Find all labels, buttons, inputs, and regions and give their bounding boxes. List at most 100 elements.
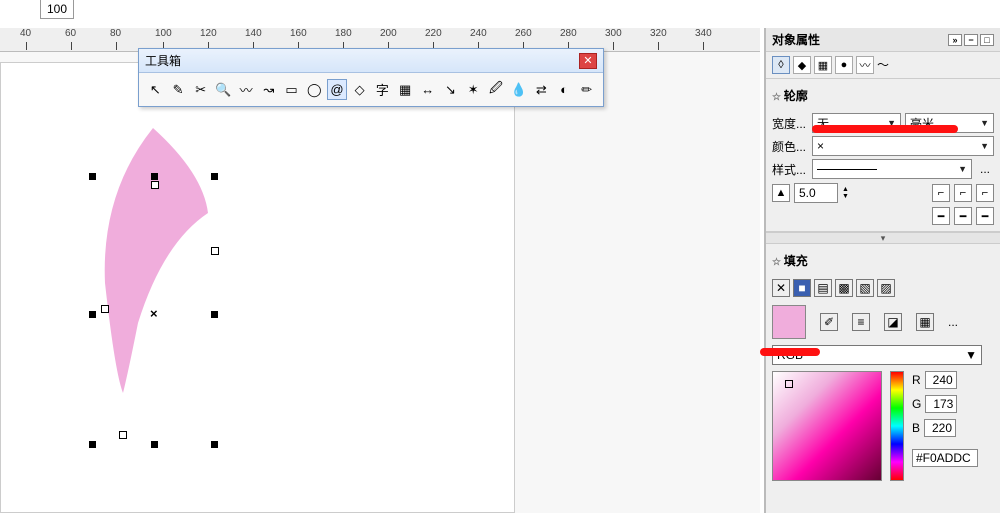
hex-input[interactable] bbox=[912, 449, 978, 467]
r-input[interactable] bbox=[925, 371, 957, 389]
fill-type-pattern[interactable]: ▩ bbox=[835, 279, 853, 297]
pointer-tool[interactable]: ↖ bbox=[145, 79, 166, 100]
outline-tab[interactable]: ◊ bbox=[772, 56, 790, 74]
fill-section: 填充 ✕■▤▩▧▨ ✐ ≡ ◪ ▦ ... RGB▼ R G B bbox=[766, 244, 1000, 487]
fill-tool[interactable]: ◐ bbox=[554, 79, 575, 100]
fill-type-postscript[interactable]: ▨ bbox=[877, 279, 895, 297]
close-icon[interactable]: ✕ bbox=[579, 53, 597, 69]
spinner-icon[interactable]: ▲▼ bbox=[842, 186, 849, 200]
node-handle-4[interactable] bbox=[101, 305, 109, 313]
sel-handle-br[interactable] bbox=[211, 441, 218, 448]
g-input[interactable] bbox=[925, 395, 957, 413]
panel-title: 对象属性 bbox=[772, 31, 820, 48]
toolbox-window[interactable]: 工具箱 ✕ ↖✎✂🔍〰↝▭◯@◇字▦↔↘✶🖉💧⇄◐✏ bbox=[138, 48, 604, 107]
spiral-tool[interactable]: @ bbox=[327, 79, 348, 100]
tab-overflow-icon[interactable]: 〜 bbox=[877, 56, 889, 74]
blend-tool[interactable]: ⇄ bbox=[531, 79, 552, 100]
edit-fill-icon[interactable]: ◪ bbox=[884, 313, 902, 331]
section-collapse-bar[interactable]: ▾ bbox=[766, 232, 1000, 244]
ruler-tick: 180 bbox=[335, 28, 352, 39]
color-field[interactable] bbox=[772, 371, 882, 481]
selected-shape[interactable] bbox=[93, 123, 223, 403]
sel-handle-bl[interactable] bbox=[89, 441, 96, 448]
cap-icon-1[interactable]: ━ bbox=[932, 207, 950, 225]
style-more[interactable]: ... bbox=[976, 162, 994, 176]
fill-header[interactable]: 填充 bbox=[772, 250, 994, 275]
zoom-tool[interactable]: 🔍 bbox=[213, 79, 234, 100]
outline-section: 轮廓 宽度... 无▼ 毫米▼ 颜色... ×▼ 样式... ▼ ... ▲ bbox=[766, 79, 1000, 232]
fill-more[interactable]: ... bbox=[948, 315, 958, 329]
fill-type-none[interactable]: ✕ bbox=[772, 279, 790, 297]
fill-swatch[interactable] bbox=[772, 305, 806, 339]
panel-titlebar[interactable]: 对象属性 » − □ bbox=[766, 28, 1000, 52]
miter-value[interactable] bbox=[794, 183, 838, 203]
annotation-mark-2 bbox=[760, 348, 820, 356]
dimension-tool[interactable]: ↔ bbox=[417, 79, 438, 100]
sel-handle-tr[interactable] bbox=[211, 173, 218, 180]
panel-collapse-icon[interactable]: − bbox=[964, 34, 978, 46]
adjust-icon[interactable]: ≡ bbox=[852, 313, 870, 331]
ruler-tick: 340 bbox=[695, 28, 712, 39]
b-input[interactable] bbox=[924, 419, 956, 437]
corner-icon-1[interactable]: ⌐ bbox=[932, 184, 950, 202]
ruler-tick: 260 bbox=[515, 28, 532, 39]
cap-icon-2[interactable]: ━ bbox=[954, 207, 972, 225]
sel-handle-mr[interactable] bbox=[211, 311, 218, 318]
web-tab[interactable]: ● bbox=[835, 56, 853, 74]
cap-icon-3[interactable]: ━ bbox=[976, 207, 994, 225]
page[interactable]: × bbox=[0, 62, 515, 513]
zoom-value: 100 bbox=[47, 2, 67, 16]
panel-expand-icon[interactable]: » bbox=[948, 34, 962, 46]
node-handle-1[interactable] bbox=[151, 181, 159, 189]
panel-tabs: ◊◆▦●〰 〜 bbox=[766, 52, 1000, 79]
ruler-tick: 80 bbox=[110, 28, 121, 39]
fill-type-fountain[interactable]: ▤ bbox=[814, 279, 832, 297]
eyedropper-tool[interactable]: 💧 bbox=[508, 79, 529, 100]
outline-color-combo[interactable]: ×▼ bbox=[812, 136, 994, 156]
node-handle-3[interactable] bbox=[119, 431, 127, 439]
polygon-tool[interactable]: ◇ bbox=[349, 79, 370, 100]
ruler-tick: 320 bbox=[650, 28, 667, 39]
attrs-icon[interactable]: ▦ bbox=[916, 313, 934, 331]
object-properties-panel: 对象属性 » − □ ◊◆▦●〰 〜 轮廓 宽度... 无▼ 毫米▼ 颜色...… bbox=[764, 28, 1000, 513]
g-label: G bbox=[912, 397, 921, 411]
corner-icon-3[interactable]: ⌐ bbox=[976, 184, 994, 202]
ruler-tick: 200 bbox=[380, 28, 397, 39]
sel-handle-tm[interactable] bbox=[151, 173, 158, 180]
fill-tab[interactable]: ◆ bbox=[793, 56, 811, 74]
ruler-tick: 240 bbox=[470, 28, 487, 39]
fill-type-solid[interactable]: ■ bbox=[793, 279, 811, 297]
outline-tool[interactable]: ✏ bbox=[576, 79, 597, 100]
canvas-area[interactable]: × bbox=[0, 52, 760, 513]
wave-tab[interactable]: 〰 bbox=[856, 56, 874, 74]
eyedropper-icon[interactable]: ✐ bbox=[820, 313, 838, 331]
sel-handle-ml[interactable] bbox=[89, 311, 96, 318]
outline-style-combo[interactable]: ▼ bbox=[812, 159, 972, 179]
corner-icon-2[interactable]: ⌐ bbox=[954, 184, 972, 202]
table-tool[interactable]: ▦ bbox=[395, 79, 416, 100]
effects-tool[interactable]: ✶ bbox=[463, 79, 484, 100]
freehand-tool[interactable]: 〰 bbox=[236, 79, 257, 100]
panel-max-icon[interactable]: □ bbox=[980, 34, 994, 46]
zoom-value-box[interactable]: 100 bbox=[40, 0, 74, 19]
fx-tab[interactable]: ▦ bbox=[814, 56, 832, 74]
fill-type-texture[interactable]: ▧ bbox=[856, 279, 874, 297]
ellipse-tool[interactable]: ◯ bbox=[304, 79, 325, 100]
bezier-tool[interactable]: ↝ bbox=[259, 79, 280, 100]
sel-handle-bm[interactable] bbox=[151, 441, 158, 448]
ruler-tick: 40 bbox=[20, 28, 31, 39]
ruler-tick: 280 bbox=[560, 28, 577, 39]
toolbox-titlebar[interactable]: 工具箱 ✕ bbox=[139, 49, 603, 73]
hue-slider[interactable] bbox=[890, 371, 904, 481]
color-label: 颜色... bbox=[772, 138, 808, 155]
text-tool[interactable]: 字 bbox=[372, 79, 393, 100]
sel-handle-tl[interactable] bbox=[89, 173, 96, 180]
ruler-tick: 120 bbox=[200, 28, 217, 39]
outline-header[interactable]: 轮廓 bbox=[772, 85, 994, 110]
crop-tool[interactable]: ✂ bbox=[190, 79, 211, 100]
connector-tool[interactable]: ↘ bbox=[440, 79, 461, 100]
rectangle-tool[interactable]: ▭ bbox=[281, 79, 302, 100]
eyedrop-fill-tool[interactable]: 🖉 bbox=[486, 79, 507, 100]
shape-tool-tool[interactable]: ✎ bbox=[168, 79, 189, 100]
node-handle-2[interactable] bbox=[211, 247, 219, 255]
